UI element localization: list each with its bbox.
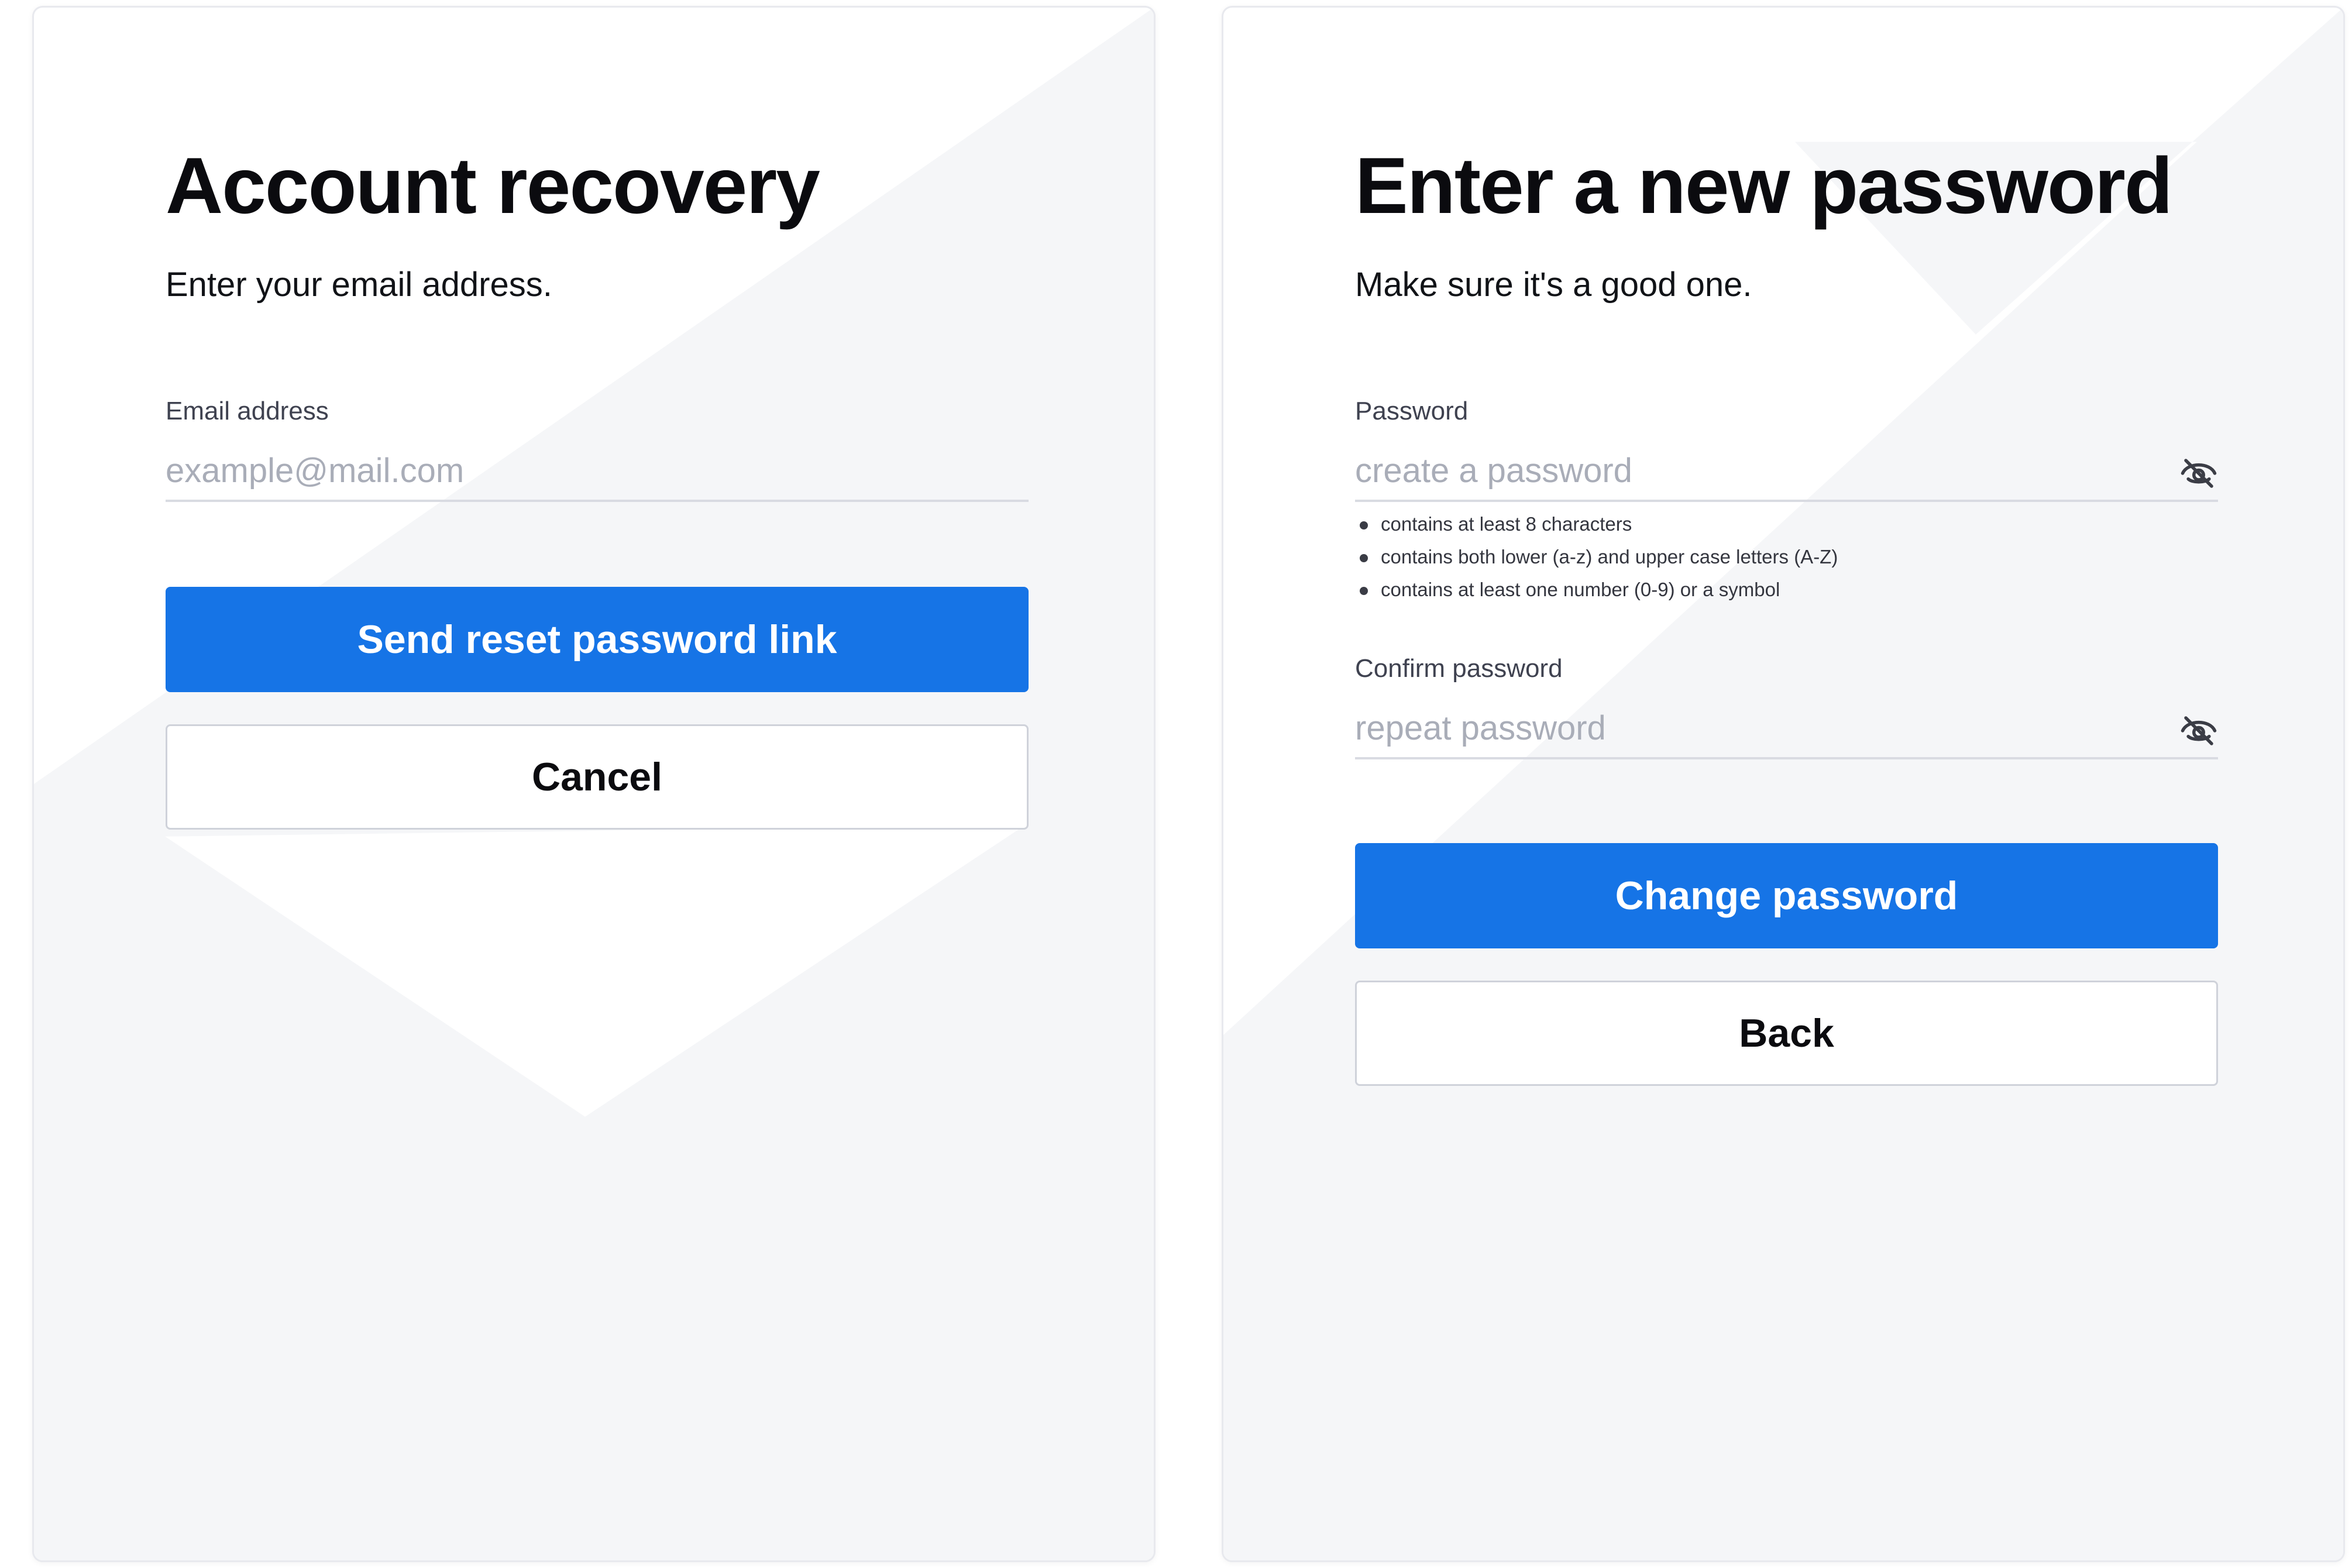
send-reset-link-button[interactable]: Send reset password link: [166, 587, 1029, 692]
confirm-password-label: Confirm password: [1355, 654, 1563, 683]
page-subtitle: Make sure it's a good one.: [1355, 266, 1752, 304]
page-title: Account recovery: [166, 141, 820, 230]
back-button[interactable]: Back: [1355, 981, 2218, 1086]
screen: Account recovery Enter your email addres…: [0, 0, 2352, 1568]
email-field[interactable]: [166, 447, 961, 494]
background-shape: [1223, 8, 2343, 1560]
password-field[interactable]: [1355, 447, 2151, 494]
email-field-container: [166, 438, 1029, 502]
password-rule: contains at least 8 characters: [1355, 508, 1838, 541]
confirm-password-field-container: [1355, 695, 2218, 759]
password-label: Password: [1355, 397, 1469, 425]
page-title: Enter a new password: [1355, 141, 2173, 230]
password-rule: contains at least one number (0-9) or a …: [1355, 573, 1838, 606]
password-requirements: contains at least 8 characters contains …: [1355, 508, 1838, 606]
password-rule: contains both lower (a-z) and upper case…: [1355, 541, 1838, 573]
confirm-password-field[interactable]: [1355, 704, 2151, 751]
change-password-button[interactable]: Change password: [1355, 843, 2218, 948]
cancel-button[interactable]: Cancel: [166, 724, 1029, 830]
account-recovery-card: Account recovery Enter your email addres…: [32, 6, 1156, 1562]
page-subtitle: Enter your email address.: [166, 266, 552, 304]
password-field-container: [1355, 438, 2218, 502]
email-label: Email address: [166, 397, 329, 425]
eye-off-icon[interactable]: [2179, 454, 2218, 493]
new-password-card: Enter a new password Make sure it's a go…: [1222, 6, 2345, 1562]
eye-off-icon[interactable]: [2179, 711, 2218, 750]
